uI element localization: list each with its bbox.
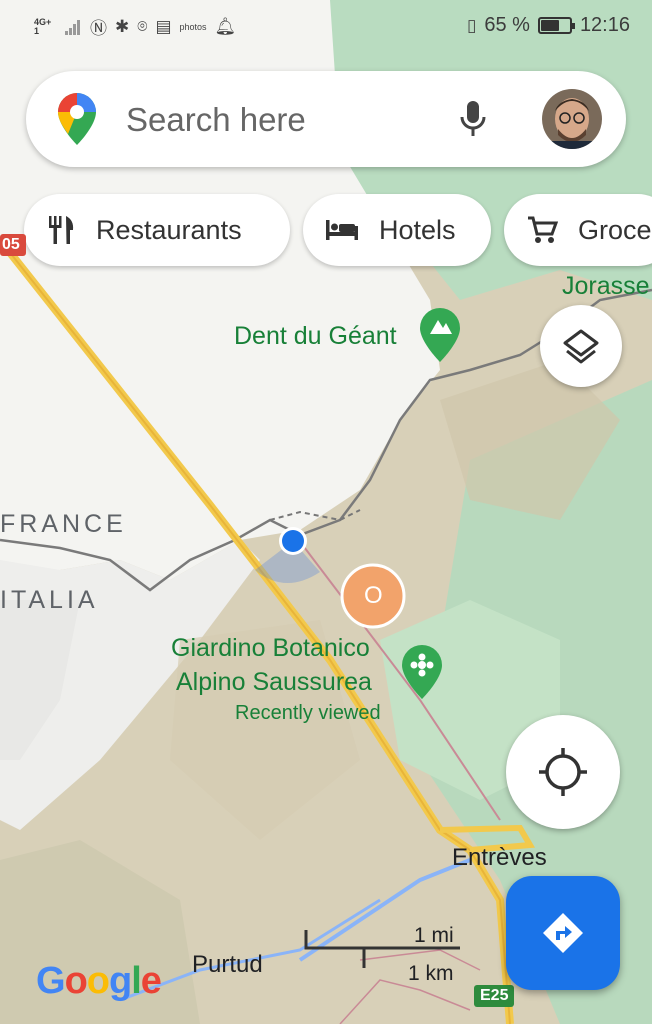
- search-bar[interactable]: Search here: [26, 71, 626, 167]
- chip-groceries[interactable]: Groce: [504, 194, 652, 266]
- chip-hotels[interactable]: Hotels: [303, 194, 491, 266]
- directions-button[interactable]: [506, 876, 620, 990]
- avatar[interactable]: [542, 89, 602, 149]
- clock: 12:16: [579, 14, 630, 36]
- place-jorasses[interactable]: Jorasse: [562, 272, 650, 301]
- country-label-italia: ITALIA: [0, 586, 99, 614]
- vibrate-icon: ▯: [466, 15, 477, 35]
- place-giardino-line2[interactable]: Alpino Saussurea: [176, 668, 372, 697]
- network-indicator: 4G+ 1: [34, 16, 52, 36]
- country-label-france: FRANCE: [0, 510, 127, 538]
- microphone-icon[interactable]: [458, 99, 488, 139]
- nfc-icon: Ⓝ: [90, 19, 107, 38]
- place-recently-viewed: Recently viewed: [235, 702, 381, 724]
- bluetooth-icon: ✱: [115, 16, 130, 36]
- battery-percent: 65 %: [484, 14, 530, 36]
- bed-icon: [326, 220, 358, 240]
- cart-icon: [528, 216, 558, 243]
- crosshair-icon: [539, 748, 587, 796]
- google-maps-pin-icon: [58, 93, 96, 145]
- location-icon: ⌾: [137, 16, 148, 36]
- town-label-entreves[interactable]: Entrèves: [452, 844, 547, 872]
- place-giardino-line1[interactable]: Giardino Botanico: [171, 634, 370, 663]
- google-logo: Google: [36, 960, 162, 1002]
- directions-icon: [543, 913, 583, 953]
- cluster-count[interactable]: O: [364, 582, 383, 610]
- notification-bell-icon: 🔔︎: [214, 16, 237, 36]
- search-input[interactable]: Search here: [126, 101, 306, 139]
- chip-label: Groce: [578, 214, 652, 245]
- my-location-button[interactable]: [506, 715, 620, 829]
- news-icon: ▤: [155, 16, 172, 36]
- chip-restaurants[interactable]: Restaurants: [24, 194, 290, 266]
- chip-label: Hotels: [379, 214, 456, 245]
- scale-metric: 1 km: [408, 962, 454, 985]
- place-dent-du-geant[interactable]: Dent du Géant: [234, 322, 397, 351]
- chip-label: Restaurants: [96, 214, 242, 245]
- road-shield-505: 05: [0, 234, 26, 256]
- signal-icon: [65, 19, 80, 35]
- scale-imperial: 1 mi: [414, 924, 454, 947]
- layers-icon: [563, 329, 599, 364]
- layers-button[interactable]: [540, 305, 622, 387]
- amazon-photos-icon: photos: [179, 21, 207, 32]
- fork-knife-icon: [49, 216, 74, 244]
- my-location-dot: [282, 530, 304, 552]
- battery-icon: [537, 17, 575, 34]
- status-bar: 4G+ 1 Ⓝ ✱ ⌾ ▤ photos 🔔︎ ▯ 65 % 12:16: [0, 0, 652, 56]
- town-label-purtud[interactable]: Purtud: [192, 951, 263, 979]
